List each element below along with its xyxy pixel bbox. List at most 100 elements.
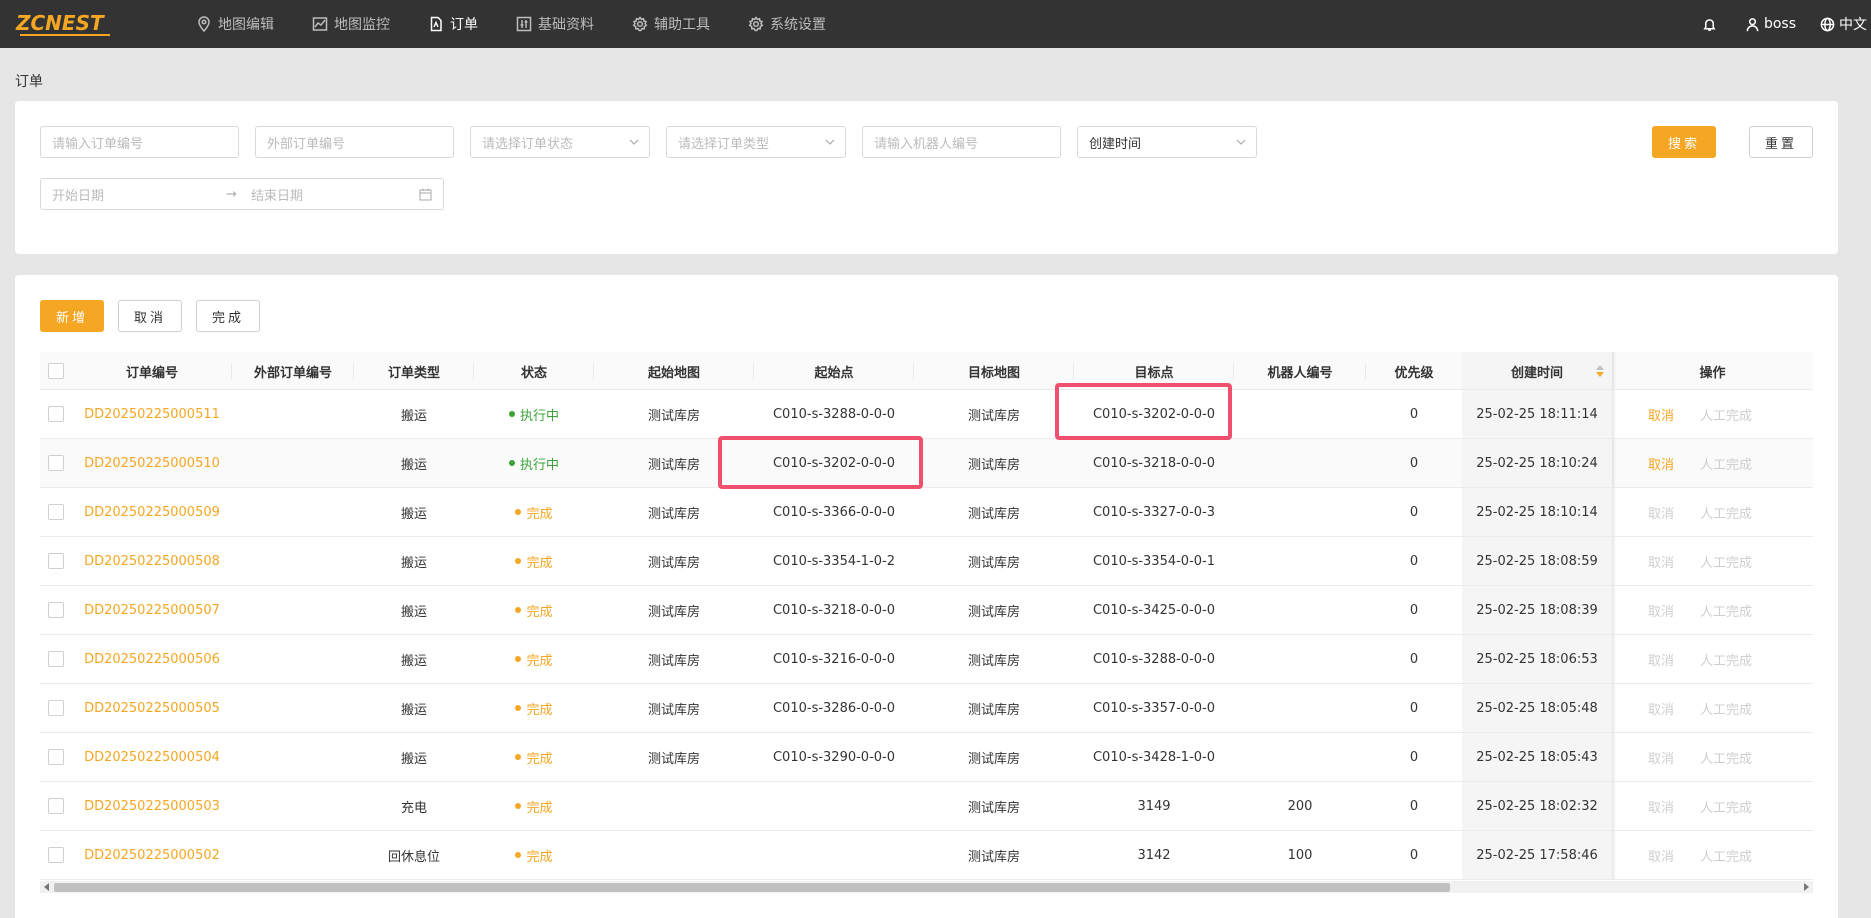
actions-cell: 取消 人工完成: [1612, 635, 1813, 683]
table-row[interactable]: DD20250225000507 搬运 完成 测试库房 C010-s-3218-0-0-…: [40, 586, 1813, 635]
row-checkbox[interactable]: [48, 504, 64, 520]
cancel-orders-button[interactable]: 取消: [118, 300, 182, 332]
document-icon: [430, 16, 442, 32]
table-row[interactable]: DD20250225000503 充电 完成 测试库房 3149 200 0 25-02-25…: [40, 782, 1813, 831]
row-cancel-button[interactable]: 取消: [1648, 454, 1674, 473]
order-no-link[interactable]: DD20250225000508: [84, 554, 220, 569]
scrollbar-thumb[interactable]: [54, 883, 1450, 892]
end-date-input[interactable]: 结束日期: [251, 185, 303, 204]
add-order-button[interactable]: 新增: [40, 300, 104, 332]
status-text: 完成: [526, 751, 553, 767]
row-checkbox[interactable]: [48, 553, 64, 569]
external-order-no-input[interactable]: 外部订单编号: [255, 126, 454, 158]
order-no-link[interactable]: DD20250225000503: [84, 799, 220, 814]
table-row[interactable]: DD20250225000505 搬运 完成 测试库房 C010-s-3286-0-0-…: [40, 684, 1813, 733]
row-checkbox[interactable]: [48, 455, 64, 471]
nav-item-orders[interactable]: 订单: [428, 0, 478, 48]
scroll-right-arrow-icon[interactable]: [1804, 883, 1809, 891]
order-no-link[interactable]: DD20250225000507: [84, 603, 220, 618]
robot-no-input[interactable]: 请输入机器人编号: [862, 126, 1061, 158]
order-type-select[interactable]: 请选择订单类型: [666, 126, 846, 158]
app-logo[interactable]: ZCNEST: [16, 10, 110, 38]
order-status-select[interactable]: 请选择订单状态: [470, 126, 650, 158]
table-row[interactable]: DD20250225000509 搬运 完成 测试库房 C010-s-3366-0-0-…: [40, 488, 1813, 537]
row-manual-complete-button[interactable]: 人工完成: [1700, 552, 1752, 571]
order-no-input[interactable]: 请输入订单编号: [40, 126, 239, 158]
row-select-cell: [40, 684, 72, 732]
row-cancel-button[interactable]: 取消: [1648, 552, 1674, 571]
complete-orders-button[interactable]: 完成: [196, 300, 260, 332]
table-row[interactable]: DD20250225000502 回休息位 完成 测试库房 3142 100 0 25-02-…: [40, 831, 1813, 880]
row-cancel-button[interactable]: 取消: [1648, 405, 1674, 424]
nav-item-system-settings[interactable]: 系统设置: [748, 0, 826, 48]
user-menu[interactable]: boss: [1745, 16, 1796, 32]
row-manual-complete-button[interactable]: 人工完成: [1700, 503, 1752, 522]
order-no-link[interactable]: DD20250225000509: [84, 505, 220, 520]
priority-cell: 0: [1409, 504, 1419, 520]
scroll-left-arrow-icon[interactable]: [44, 883, 49, 891]
date-range-picker[interactable]: 开始日期 → 结束日期: [40, 178, 444, 210]
table-row[interactable]: DD20250225000508 搬运 完成 测试库房 C010-s-3354-1-0-…: [40, 537, 1813, 586]
table-row[interactable]: DD20250225000511 搬运 执行中 测试库房 C010-s-3288-0-0…: [40, 390, 1813, 439]
fixed-column-shadow: [1612, 488, 1616, 536]
nav-item-map-monitor[interactable]: 地图监控: [312, 0, 390, 48]
row-cancel-button[interactable]: 取消: [1648, 699, 1674, 718]
status-dot-icon: [515, 754, 522, 760]
row-manual-complete-button[interactable]: 人工完成: [1700, 846, 1752, 865]
order-no-link[interactable]: DD20250225000506: [84, 652, 220, 667]
nav-item-basic-data[interactable]: 基础资料: [516, 0, 594, 48]
row-cancel-button[interactable]: 取消: [1648, 846, 1674, 865]
row-checkbox[interactable]: [48, 798, 64, 814]
nav-item-map-edit[interactable]: 地图编辑: [196, 0, 274, 48]
robot-no-cell: [1234, 684, 1366, 732]
row-manual-complete-button[interactable]: 人工完成: [1700, 601, 1752, 620]
status-badge: 完成: [515, 552, 553, 571]
row-checkbox[interactable]: [48, 749, 64, 765]
row-manual-complete-button[interactable]: 人工完成: [1700, 797, 1752, 816]
reset-button[interactable]: 重置: [1749, 126, 1813, 158]
row-checkbox[interactable]: [48, 406, 64, 422]
row-manual-complete-button[interactable]: 人工完成: [1700, 454, 1752, 473]
row-manual-complete-button[interactable]: 人工完成: [1700, 650, 1752, 669]
table-row[interactable]: DD20250225000504 搬运 完成 测试库房 C010-s-3290-0-0-…: [40, 733, 1813, 782]
row-cancel-button[interactable]: 取消: [1648, 601, 1674, 620]
table-row[interactable]: DD20250225000510 搬运 执行中 测试库房 C010-s-3202-0-0…: [40, 439, 1813, 488]
search-button[interactable]: 搜索: [1652, 126, 1716, 158]
row-checkbox[interactable]: [48, 602, 64, 618]
select-all-checkbox[interactable]: [48, 363, 64, 379]
horizontal-scrollbar[interactable]: [40, 881, 1813, 893]
nav-item-label: 订单: [450, 17, 478, 33]
language-label: 中文: [1839, 17, 1867, 33]
status-dot-icon: [515, 607, 522, 613]
row-manual-complete-button[interactable]: 人工完成: [1700, 748, 1752, 767]
fixed-column-shadow: [1612, 831, 1616, 879]
table-row[interactable]: DD20250225000506 搬运 完成 测试库房 C010-s-3216-0-0-…: [40, 635, 1813, 684]
row-cancel-button[interactable]: 取消: [1648, 503, 1674, 522]
order-no-link[interactable]: DD20250225000510: [84, 456, 220, 471]
row-manual-complete-button[interactable]: 人工完成: [1700, 699, 1752, 718]
col-created-time[interactable]: 创建时间: [1462, 352, 1612, 390]
order-no-link[interactable]: DD20250225000504: [84, 750, 220, 765]
row-manual-complete-button[interactable]: 人工完成: [1700, 405, 1752, 424]
sort-icon[interactable]: [1596, 365, 1604, 377]
row-checkbox[interactable]: [48, 651, 64, 667]
nav-item-aux-tools[interactable]: 辅助工具: [632, 0, 710, 48]
status-badge: 完成: [515, 650, 553, 669]
order-no-link[interactable]: DD20250225000511: [84, 407, 220, 422]
notification-button[interactable]: [1702, 17, 1721, 32]
time-field-select[interactable]: 创建时间: [1077, 126, 1257, 158]
order-no-link[interactable]: DD20250225000502: [84, 848, 220, 863]
row-checkbox[interactable]: [48, 847, 64, 863]
col-external-order-no: 外部订单编号: [232, 352, 354, 390]
row-checkbox[interactable]: [48, 700, 64, 716]
row-cancel-button[interactable]: 取消: [1648, 797, 1674, 816]
order-no-link[interactable]: DD20250225000505: [84, 701, 220, 716]
actions-cell: 取消 人工完成: [1612, 488, 1813, 536]
row-select-cell: [40, 635, 72, 683]
row-cancel-button[interactable]: 取消: [1648, 748, 1674, 767]
status-badge: 完成: [515, 503, 553, 522]
row-cancel-button[interactable]: 取消: [1648, 650, 1674, 669]
language-switch[interactable]: 中文: [1820, 14, 1867, 34]
start-date-input[interactable]: 开始日期: [52, 185, 104, 204]
external-order-no-cell: [232, 635, 354, 683]
